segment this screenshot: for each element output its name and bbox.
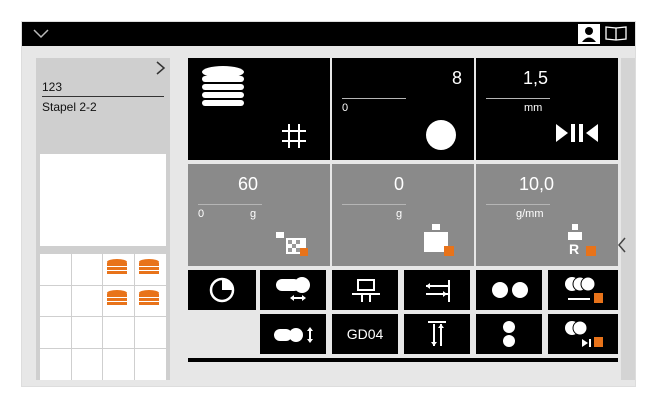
stack-icon [107, 290, 127, 305]
two-dots-icon [492, 282, 528, 298]
stack-tile[interactable] [188, 58, 330, 160]
height-adjust-button[interactable] [404, 314, 470, 354]
chevron-down-icon[interactable] [32, 24, 50, 42]
rollers-lock2-button[interactable] [548, 314, 618, 354]
roll-horizontal-icon [276, 277, 310, 301]
count-min: 0 [342, 102, 349, 114]
roll-vertical-icon [274, 327, 313, 343]
count-tile[interactable]: 8 0 [332, 58, 474, 160]
rollers-lock2-icon [565, 320, 603, 347]
stack-info-panel[interactable]: 123 Stapel 2-2 [36, 58, 170, 380]
density-unit: g/mm [516, 208, 544, 220]
width-adjust-button[interactable] [404, 270, 470, 310]
book-icon[interactable] [602, 24, 630, 42]
preview-area [40, 154, 166, 246]
weight-tile[interactable]: 60 0 g [188, 164, 330, 266]
svg-text:R: R [569, 241, 579, 257]
chevron-right-icon[interactable] [154, 60, 166, 76]
top-bar [22, 22, 635, 46]
weight-unit: g [250, 208, 257, 220]
app-window: 123 Stapel 2-2 8 0 1,5 mm 60 0 g 0 g 10,… [21, 21, 636, 387]
density-tile[interactable]: 10,0 g/mm R [476, 164, 618, 266]
density-value: 10,0 [518, 174, 554, 194]
stack-icon [107, 259, 127, 274]
height-adjust-icon [428, 321, 446, 346]
weight-min: 0 [198, 208, 205, 220]
thickness-value: 1,5 [522, 68, 548, 88]
vertical-dots-icon [503, 321, 515, 347]
tare-tile[interactable]: 0 g [332, 164, 474, 266]
tile-grid: 8 0 1,5 mm 60 0 g 0 g 10,0 g/mm R GD04 [188, 58, 618, 386]
press-button[interactable] [332, 270, 398, 310]
thickness-unit: mm [524, 102, 543, 114]
two-dots-button[interactable] [476, 270, 542, 310]
stack-icon [202, 66, 244, 106]
stack-icon [139, 259, 159, 274]
tare-lock-icon [424, 224, 454, 256]
weight-value: 60 [237, 174, 258, 194]
tare-value: 0 [393, 174, 404, 194]
thickness-tile[interactable]: 1,5 mm [476, 58, 618, 160]
stack-grid[interactable] [40, 254, 166, 380]
circle-icon [426, 120, 456, 150]
bottom-strip [188, 358, 618, 362]
vertical-dots-button[interactable] [476, 314, 542, 354]
stack-icon [139, 290, 159, 305]
pie-chart-icon [209, 277, 235, 303]
side-panel[interactable] [621, 58, 635, 380]
roll-horizontal-button[interactable] [260, 270, 326, 310]
press-icon [352, 279, 380, 302]
weight-lock-icon [276, 232, 308, 256]
gd-label: GD04 [346, 326, 384, 342]
divider [42, 96, 164, 97]
squeeze-icon [556, 124, 598, 142]
stack-id: 123 [42, 80, 63, 94]
tare-unit: g [396, 208, 403, 220]
gd-button[interactable]: GD04 [332, 314, 398, 354]
rollers-lock-button[interactable] [548, 270, 618, 310]
stack-name: Stapel 2-2 [42, 100, 97, 114]
reset-lock-icon: R [568, 224, 596, 257]
rollers-lock-icon [565, 276, 603, 303]
grid-hash-icon [282, 124, 306, 148]
user-icon[interactable] [578, 24, 600, 44]
roll-vertical-button[interactable] [260, 314, 326, 354]
chevron-left-icon[interactable] [616, 236, 628, 254]
content-area: 123 Stapel 2-2 8 0 1,5 mm 60 0 g 0 g 10,… [22, 46, 635, 386]
width-adjust-icon [426, 280, 450, 302]
count-value: 8 [451, 68, 462, 88]
pie-chart-button[interactable] [188, 270, 256, 310]
